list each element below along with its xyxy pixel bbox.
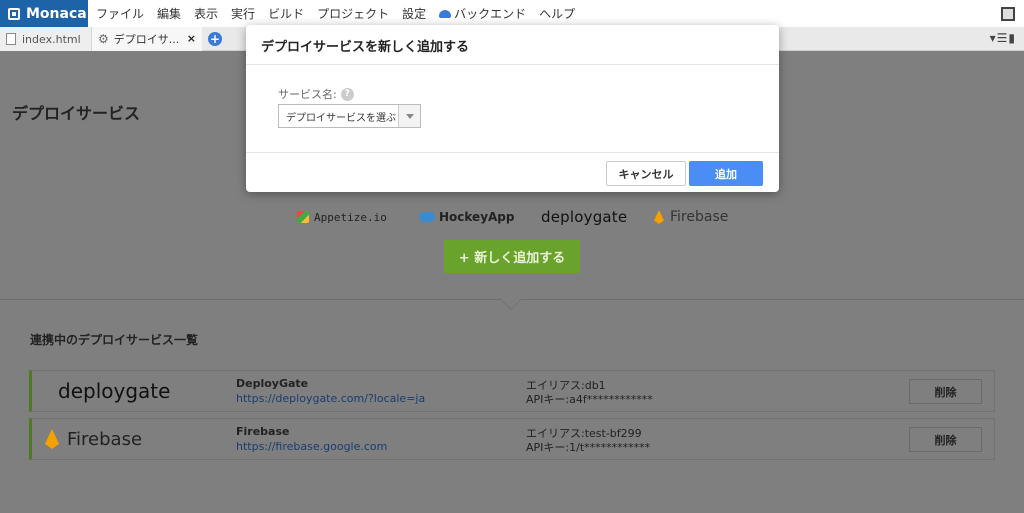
- close-icon[interactable]: ×: [187, 32, 196, 45]
- appetize-icon: [297, 211, 309, 223]
- divider-notch: [500, 299, 522, 311]
- firebase-icon: [45, 429, 59, 449]
- file-icon: [6, 33, 16, 45]
- connected-services-heading: 連携中のデプロイサービス一覧: [30, 333, 199, 347]
- service-name: Firebase: [236, 425, 290, 438]
- service-logos: Appetize.io HockeyApp deploygate Firebas…: [297, 206, 737, 228]
- service-appetize: Appetize.io: [297, 206, 387, 228]
- deploygate-logo: deploygate: [58, 379, 171, 403]
- add-service-button[interactable]: + 新しく追加する: [444, 240, 580, 273]
- tab-menu-icon[interactable]: ▾☰▮: [990, 31, 1016, 45]
- service-label: deploygate: [541, 208, 628, 226]
- delete-button[interactable]: 削除: [909, 427, 982, 452]
- gear-icon: ⚙: [98, 32, 109, 46]
- tab-label: デプロイサ...: [113, 33, 180, 46]
- service-name: DeployGate: [236, 377, 309, 390]
- dialog-header: デプロイサービスを新しく追加する: [246, 25, 779, 65]
- menu-run[interactable]: 実行: [231, 5, 255, 22]
- menu-help[interactable]: ヘルプ: [539, 5, 575, 22]
- tab-index-html[interactable]: index.html: [0, 27, 92, 51]
- service-hockeyapp: HockeyApp: [419, 206, 515, 228]
- add-service-dialog: デプロイサービスを新しく追加する サービス名: ? デプロイサービスを選ぶ キャ…: [246, 25, 779, 192]
- firebase-logo: Firebase: [45, 419, 142, 459]
- service-deploygate: deploygate: [541, 206, 627, 228]
- service-select-value: デプロイサービスを選ぶ: [286, 112, 396, 124]
- service-firebase: Firebase: [654, 206, 728, 228]
- dialog-body: サービス名: ? デプロイサービスを選ぶ: [246, 66, 779, 152]
- menu-build[interactable]: ビルド: [268, 5, 304, 22]
- chevron-down-icon[interactable]: [398, 105, 420, 127]
- tab-label: index.html: [22, 32, 81, 46]
- page-title: デプロイサービス: [12, 104, 141, 123]
- service-select[interactable]: デプロイサービスを選ぶ: [278, 104, 421, 128]
- app-name: Monaca: [26, 5, 87, 22]
- firebase-icon: [654, 210, 664, 224]
- menu-items: ファイル 編集 表示 実行 ビルド プロジェクト 設定 バックエンド ヘルプ: [96, 0, 588, 27]
- menu-backend[interactable]: バックエンド: [439, 5, 526, 22]
- service-url-link[interactable]: https://deploygate.com/?locale=ja: [236, 392, 425, 405]
- monaca-logo[interactable]: Monaca: [0, 0, 88, 27]
- help-icon[interactable]: ?: [340, 87, 354, 101]
- delete-button[interactable]: 削除: [909, 379, 982, 404]
- cloud-icon: [439, 9, 452, 18]
- menu-view[interactable]: 表示: [194, 5, 218, 22]
- firebase-logo-text: Firebase: [67, 428, 143, 450]
- cancel-button[interactable]: キャンセル: [606, 161, 686, 186]
- connected-service-firebase: Firebase Firebase https://firebase.googl…: [29, 418, 995, 460]
- menu-backend-label: バックエンド: [454, 7, 527, 21]
- service-api-key: APIキー:a4f************: [526, 393, 653, 406]
- window-toggle-icon[interactable]: [1001, 7, 1015, 21]
- service-label: Firebase: [670, 209, 729, 225]
- dialog-title: デプロイサービスを新しく追加する: [261, 40, 470, 55]
- menu-settings[interactable]: 設定: [402, 5, 426, 22]
- service-name-label-text: サービス名:: [278, 88, 337, 101]
- connected-service-deploygate: deploygate DeployGate https://deploygate…: [29, 370, 995, 412]
- service-name-label: サービス名: ?: [278, 86, 354, 102]
- add-button[interactable]: 追加: [689, 161, 763, 186]
- menu-edit[interactable]: 編集: [157, 5, 181, 22]
- service-label: Appetize.io: [314, 210, 387, 224]
- service-url-link[interactable]: https://firebase.google.com: [236, 440, 387, 453]
- tab-deploy-service[interactable]: ⚙ デプロイサ... ×: [92, 27, 202, 51]
- menu-project[interactable]: プロジェクト: [317, 5, 389, 22]
- monaca-logo-icon: [8, 7, 20, 20]
- menu-bar: Monaca ファイル 編集 表示 実行 ビルド プロジェクト 設定 バックエン…: [0, 0, 1024, 27]
- hockeyapp-icon: [419, 212, 435, 222]
- service-label: HockeyApp: [439, 210, 515, 224]
- menu-file[interactable]: ファイル: [96, 5, 144, 22]
- dialog-footer: キャンセル 追加: [246, 152, 779, 192]
- add-tab-icon[interactable]: +: [208, 32, 222, 46]
- service-api-key: APIキー:1/t************: [526, 441, 651, 454]
